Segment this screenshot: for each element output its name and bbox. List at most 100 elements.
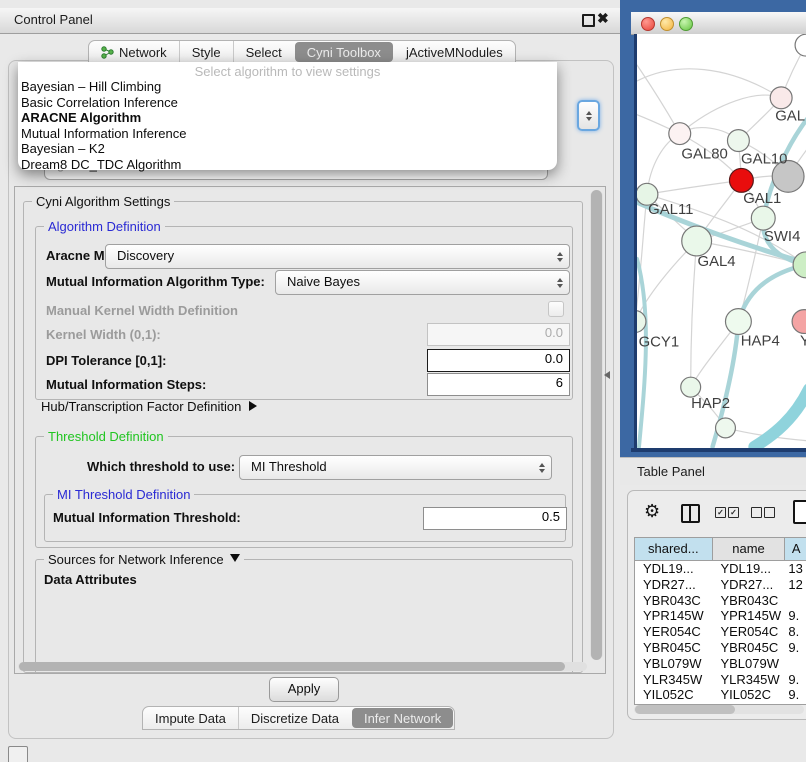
bottom-corner-button[interactable] xyxy=(8,746,28,762)
table-cell: YBL079W xyxy=(635,656,712,672)
table-cell: 9. xyxy=(785,640,806,656)
algorithm-dropdown-placeholder: Select algorithm to view settings xyxy=(18,64,557,79)
hub-expander[interactable]: Hub/Transcription Factor Definition xyxy=(41,399,257,419)
top-tab-bar: Network Style Select Cyni Toolbox jActiveMNo… xyxy=(88,40,516,64)
tab-label: Cyni Toolbox xyxy=(307,45,381,60)
table-cell: YPR145W xyxy=(635,608,712,624)
network-edge[interactable] xyxy=(647,180,741,194)
manual-kernel-checkbox[interactable] xyxy=(548,301,564,317)
network-node[interactable] xyxy=(795,34,806,56)
table-cell: YLR345W xyxy=(712,672,785,688)
table-header-1[interactable]: shared... xyxy=(635,538,713,561)
table-row[interactable]: YIL052CYIL052C9. xyxy=(635,687,806,699)
kernel-width-field[interactable]: 0.0 xyxy=(427,323,570,346)
network-node-label: GAL4 xyxy=(697,254,735,270)
table-row[interactable]: YDL19...YDL19...13 xyxy=(635,561,806,577)
network-node-gal1[interactable] xyxy=(729,168,753,192)
table-cell: YLR345W xyxy=(635,672,712,688)
table-cell: YBL079W xyxy=(712,656,785,672)
algorithm-option[interactable]: Bayesian – K2 xyxy=(21,141,541,156)
table-header-3[interactable]: A xyxy=(785,538,806,561)
settings-vertical-scrollbar[interactable] xyxy=(590,190,603,660)
table-row[interactable]: YBL079WYBL079W xyxy=(635,656,806,672)
tab-jactivemnodules[interactable]: jActiveMNodules xyxy=(394,41,515,63)
algorithm-option[interactable]: Bayesian – Hill Climbing xyxy=(21,79,541,94)
checked-column-icon[interactable]: ✓ xyxy=(715,507,726,518)
mi-steps-field[interactable]: 6 xyxy=(427,373,570,396)
hub-expander-label: Hub/Transcription Factor Definition xyxy=(41,399,241,414)
table-row[interactable]: YPR145WYPR145W9. xyxy=(635,608,806,624)
tab-cyni-toolbox[interactable]: Cyni Toolbox xyxy=(295,42,393,62)
algorithm-option[interactable]: Dream8 DC_TDC Algorithm xyxy=(21,157,541,172)
network-graph: GALGAL80GAL10GAL1GAL11SWI4GAL4GCY1HAP4YH… xyxy=(637,34,806,448)
network-node-gal80[interactable] xyxy=(669,123,691,145)
algorithm-option[interactable]: Basic Correlation Inference xyxy=(21,95,541,110)
page-icon[interactable] xyxy=(793,500,806,524)
inference-algorithm-combo-arrow[interactable] xyxy=(577,100,600,131)
sources-legend[interactable]: Sources for Network Inference xyxy=(44,552,244,567)
table-row[interactable]: YBR043CYBR043C xyxy=(635,593,806,609)
close-icon[interactable]: ✖ xyxy=(597,10,609,27)
float-window-icon[interactable] xyxy=(582,14,595,27)
table-row[interactable]: YBR045CYBR045C9. xyxy=(635,640,806,656)
table-cell: 13 xyxy=(785,561,806,577)
network-node-gal4[interactable] xyxy=(682,226,712,256)
tab-style[interactable]: Style xyxy=(179,41,233,63)
table-row[interactable]: YDR27...YDR27...12 xyxy=(635,577,806,593)
bottom-tab-impute-data[interactable]: Impute Data xyxy=(143,707,238,729)
zoom-traffic-light-icon[interactable] xyxy=(679,17,693,31)
tab-label: Style xyxy=(192,45,221,60)
table-cell: YDR27... xyxy=(712,577,785,593)
panel-divider-arrow[interactable] xyxy=(604,371,610,379)
mi-type-combo[interactable]: Naive Bayes xyxy=(275,270,570,295)
network-canvas[interactable]: GALGAL80GAL10GAL1GAL11SWI4GAL4GCY1HAP4YH… xyxy=(634,34,806,448)
unchecked-column-icon[interactable] xyxy=(751,507,762,518)
settings-horizontal-scrollbar[interactable] xyxy=(18,662,587,671)
network-node[interactable] xyxy=(793,252,806,278)
network-edge[interactable] xyxy=(637,69,781,98)
close-traffic-light-icon[interactable] xyxy=(641,17,655,31)
table-horizontal-scrollbar[interactable] xyxy=(634,705,804,714)
minimize-traffic-light-icon[interactable] xyxy=(660,17,674,31)
network-edge[interactable] xyxy=(691,241,697,387)
bottom-tab-infer-network[interactable]: Infer Network xyxy=(352,708,453,728)
algorithm-definition-legend: Algorithm Definition xyxy=(44,219,165,234)
network-node-label: SWI4 xyxy=(764,229,800,245)
algorithm-option[interactable]: Mutual Information Inference xyxy=(21,126,541,141)
column-layout-icon[interactable] xyxy=(681,504,700,523)
network-node-hap4[interactable] xyxy=(725,309,751,335)
tab-select[interactable]: Select xyxy=(233,41,294,63)
dpi-tolerance-field[interactable]: 0.0 xyxy=(427,349,570,372)
which-threshold-combo[interactable]: MI Threshold xyxy=(239,455,552,480)
network-node-gal10[interactable] xyxy=(727,130,749,152)
unchecked-column-icon[interactable] xyxy=(764,507,775,518)
algorithm-option[interactable]: ARACNE Algorithm xyxy=(21,110,541,125)
dpi-tolerance-label: DPI Tolerance [0,1]: xyxy=(46,353,166,368)
network-node-gal[interactable] xyxy=(770,87,792,109)
network-node-hap2[interactable] xyxy=(681,377,701,397)
network-window-titlebar[interactable] xyxy=(631,12,806,35)
network-node-swi4[interactable] xyxy=(751,206,775,230)
kernel-width-label: Kernel Width (0,1): xyxy=(46,327,161,342)
network-node[interactable] xyxy=(716,418,736,438)
table-cell: 9. xyxy=(785,687,806,699)
tab-network[interactable]: Network xyxy=(89,41,179,63)
tab-label: Select xyxy=(246,45,282,60)
gear-icon[interactable]: ⚙ xyxy=(644,501,660,522)
network-node-y[interactable] xyxy=(792,310,806,334)
apply-button[interactable]: Apply xyxy=(269,677,339,702)
mi-threshold-field[interactable]: 0.5 xyxy=(423,507,567,530)
table-header-2[interactable]: name xyxy=(713,538,786,561)
table-row[interactable]: YER054CYER054C8. xyxy=(635,624,806,640)
table-cell: YBR043C xyxy=(712,593,785,609)
screen: Control Panel ✖ NetworkStyleSelectCyni T… xyxy=(0,0,806,762)
threshold-definition-group: Threshold Definition Which threshold to … xyxy=(35,436,573,548)
combo-spinner-icon xyxy=(557,252,563,262)
table-cell: YIL052C xyxy=(712,687,785,699)
aracne-mode-combo[interactable]: Discovery xyxy=(105,244,570,269)
network-node-label: GAL10 xyxy=(741,151,787,167)
table-row[interactable]: YLR345WYLR345W9. xyxy=(635,672,806,688)
table-cell: 9. xyxy=(785,672,806,688)
bottom-tab-discretize-data[interactable]: Discretize Data xyxy=(238,707,351,729)
checked-column-icon[interactable]: ✓ xyxy=(728,507,739,518)
